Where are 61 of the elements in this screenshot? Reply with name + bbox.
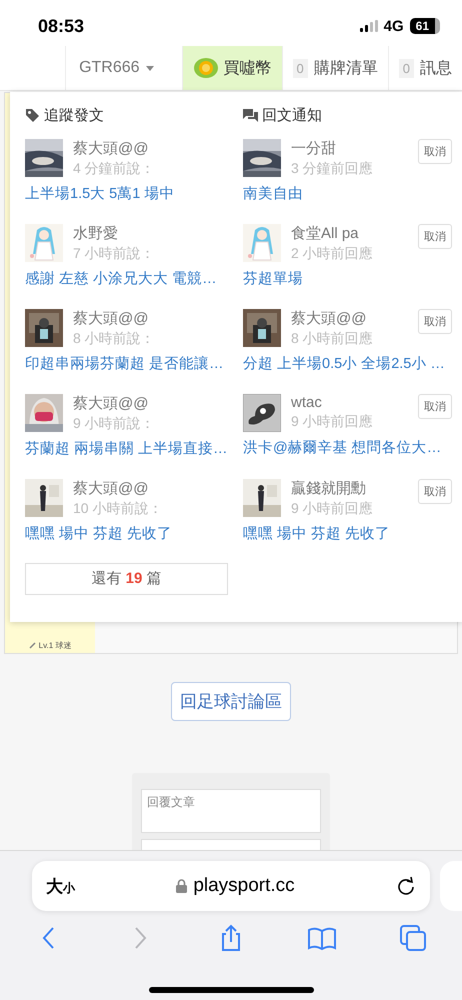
text-size-button[interactable]: 大小 [46, 874, 75, 898]
post-link[interactable]: 上半場1.5大 5萬1 場中 [25, 184, 228, 203]
author-name[interactable]: 蔡大頭@@ [73, 479, 228, 498]
cancel-button[interactable]: 取消 [418, 309, 452, 334]
cancel-button[interactable]: 取消 [418, 139, 452, 164]
tabs-icon[interactable] [398, 923, 428, 953]
author-name[interactable]: wtac [291, 394, 418, 411]
post-link[interactable]: 南美自由 [243, 184, 452, 203]
post-time: 4 分鐘前說： [73, 160, 156, 178]
cancel-button[interactable]: 取消 [418, 394, 452, 419]
post-link[interactable]: 芬超單場 [243, 269, 452, 288]
post-time: 8 小時前說： [73, 330, 156, 348]
post-time: 9 小時前回應 [291, 500, 374, 518]
author-name[interactable]: 蔡大頭@@ [73, 139, 228, 158]
network-label: 4G [384, 18, 404, 34]
coin-icon [192, 57, 219, 79]
post-time: 7 小時前說： [73, 245, 156, 263]
author-name[interactable]: 水野愛 [73, 224, 228, 243]
reload-icon[interactable] [396, 876, 416, 896]
caret-icon [146, 66, 154, 70]
pencil-icon [28, 642, 36, 649]
section-title: 回文通知 [262, 106, 322, 124]
post-time: 3 分鐘前回應 [291, 160, 374, 178]
author-name[interactable]: 蔡大頭@@ [73, 309, 228, 328]
post-time: 9 小時前說： [73, 415, 156, 433]
post-time: 10 小時前說： [73, 500, 164, 518]
cancel-button[interactable]: 取消 [418, 479, 452, 504]
post-link[interactable]: 嘿嘿 場中 芬超 先收了 [243, 524, 452, 543]
lock-icon [176, 879, 188, 893]
post-link[interactable]: 嘿嘿 場中 芬超 先收了 [25, 524, 228, 543]
signal-icon [360, 20, 378, 32]
author-name[interactable]: 贏錢就開勳 [291, 479, 418, 498]
more-posts-button[interactable]: 還有 19 篇 [25, 563, 228, 595]
tag-icon [25, 108, 40, 122]
level-label: Lv.1 球迷 [38, 640, 72, 651]
author-name[interactable]: 一分甜 [291, 139, 418, 158]
count-badge: 0 [398, 58, 414, 78]
nav-link[interactable]: 購牌清單 [314, 58, 378, 78]
chat-icon [243, 108, 258, 122]
count-badge: 0 [292, 58, 308, 78]
post-time: 9 小時前回應 [291, 413, 374, 431]
post-link[interactable]: 芬蘭超 兩場串關 上半場直接… [25, 439, 228, 458]
author-name[interactable]: 蔡大頭@@ [73, 394, 228, 413]
reply-field[interactable]: 回覆文章 [141, 789, 321, 833]
back-to-forum-button[interactable]: 回足球討論區 [171, 682, 291, 721]
status-time: 08:53 [38, 16, 84, 36]
post-time: 8 小時前回應 [291, 330, 374, 348]
post-time: 2 小時前回應 [291, 245, 374, 263]
post-link[interactable]: 洪卡@赫爾辛基 想問各位大… [243, 438, 452, 457]
cancel-button[interactable]: 取消 [418, 224, 452, 249]
default-avatar-icon [243, 394, 281, 432]
post-link[interactable]: 感謝 左慈 小涂兄大大 電競… [25, 269, 228, 288]
post-link[interactable]: 分超 上半場0.5小 全場2.5小 … [243, 354, 452, 373]
url-text[interactable]: playsport.cc [193, 875, 295, 897]
battery-level: 61 [410, 18, 440, 34]
author-name[interactable]: 蔡大頭@@ [291, 309, 418, 328]
user-menu[interactable]: GTR666 [79, 59, 140, 77]
author-name[interactable]: 食堂All pa [291, 224, 418, 243]
section-title: 追蹤發文 [44, 106, 104, 124]
post-link[interactable]: 印超串兩場芬蘭超 是否能讓… [25, 354, 228, 373]
nav-link[interactable]: 訊息 [420, 58, 452, 78]
